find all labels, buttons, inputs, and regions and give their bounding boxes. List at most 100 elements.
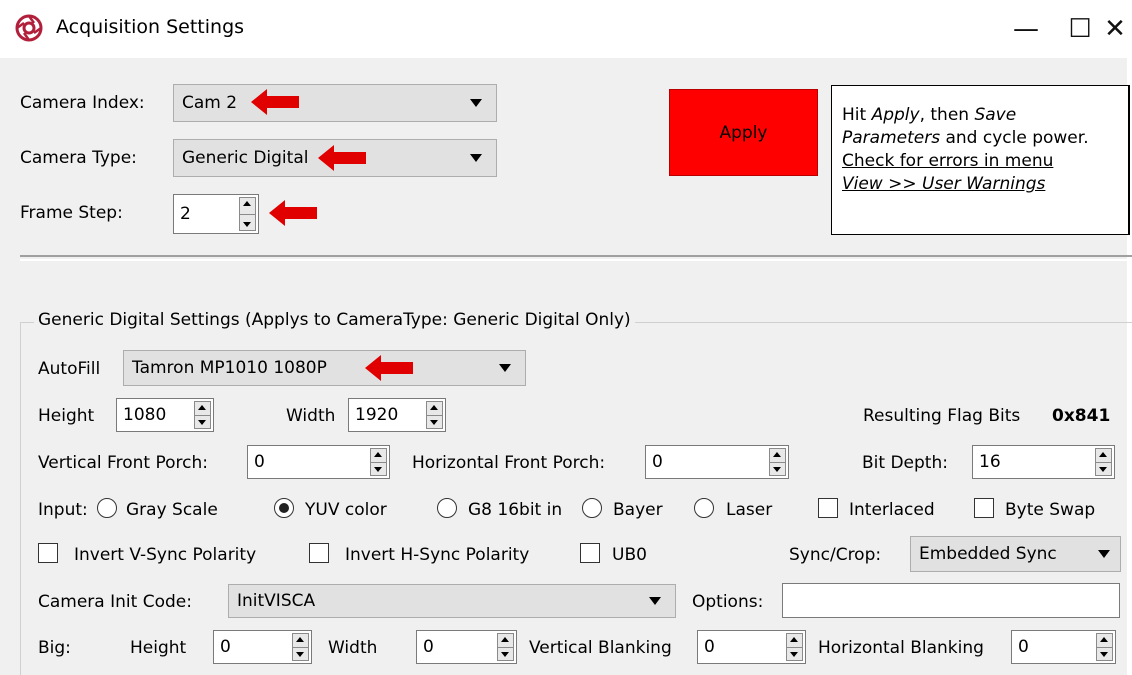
- apply-button[interactable]: Apply: [669, 89, 818, 176]
- big-height-value: 0: [220, 637, 231, 657]
- bit-depth-label: Bit Depth:: [862, 453, 948, 473]
- radio-label: Bayer: [613, 500, 663, 520]
- group-title: Generic Digital Settings (Applys to Came…: [34, 310, 635, 330]
- options-label: Options:: [692, 592, 764, 612]
- annotation-arrow-icon: [318, 145, 366, 171]
- width-spinbox[interactable]: 1920: [348, 398, 446, 432]
- note-apply-word: Apply: [871, 105, 920, 125]
- init-code-select[interactable]: InitVISCA: [228, 584, 676, 618]
- init-code-value: InitVISCA: [237, 591, 316, 611]
- big-label: Big:: [38, 638, 71, 658]
- separator: [20, 255, 1132, 261]
- invert-vsync-checkbox[interactable]: [38, 543, 58, 563]
- camera-index-select[interactable]: Cam 2: [173, 84, 497, 122]
- chevron-down-icon: [649, 597, 661, 605]
- width-label: Width: [286, 406, 336, 426]
- instructions-note: Hit Apply, then Save Parameters and cycl…: [831, 85, 1130, 235]
- spin-buttons[interactable]: [194, 401, 211, 429]
- autofill-select[interactable]: Tamron MP1010 1080P: [123, 350, 526, 386]
- checkbox-label: Invert H-Sync Polarity: [345, 545, 530, 565]
- radio-label: G8 16bit in: [468, 500, 563, 520]
- window-title: Acquisition Settings: [56, 16, 245, 38]
- user-warnings-link[interactable]: View >> User Warnings: [842, 174, 1045, 194]
- bit-depth-spinbox[interactable]: 16: [972, 445, 1115, 479]
- spin-buttons[interactable]: [239, 197, 256, 231]
- sync-crop-value: Embedded Sync: [919, 544, 1057, 564]
- vfp-spinbox[interactable]: 0: [247, 445, 390, 479]
- check-errors-link[interactable]: Check for errors in menu: [842, 151, 1053, 171]
- options-input[interactable]: [782, 583, 1120, 618]
- hfp-value: 0: [652, 452, 663, 472]
- bit-depth-value: 16: [979, 452, 1001, 472]
- hfp-label: Horizontal Front Porch:: [412, 453, 606, 473]
- vfp-label: Vertical Front Porch:: [38, 453, 208, 473]
- big-width-label: Width: [328, 638, 378, 658]
- checkbox-label: Byte Swap: [1005, 500, 1096, 520]
- camera-type-label: Camera Type:: [20, 148, 137, 168]
- horizontal-blanking-label: Horizontal Blanking: [818, 638, 984, 658]
- init-code-label: Camera Init Code:: [38, 592, 192, 612]
- height-value: 1080: [123, 405, 167, 425]
- close-button[interactable]: ✕: [1098, 8, 1132, 50]
- note-text: , then: [919, 105, 975, 125]
- annotation-arrow-icon: [251, 89, 299, 115]
- frame-step-spinbox[interactable]: 2: [173, 194, 259, 234]
- autofill-value: Tamron MP1010 1080P: [132, 358, 327, 378]
- height-spinbox[interactable]: 1080: [116, 398, 214, 432]
- big-width-value: 0: [423, 637, 434, 657]
- sync-crop-select[interactable]: Embedded Sync: [910, 536, 1121, 572]
- radio-label: YUV color: [305, 500, 387, 520]
- big-height-spinbox[interactable]: 0: [213, 630, 312, 664]
- radio-yuv-color[interactable]: [274, 498, 294, 518]
- spin-buttons[interactable]: [292, 633, 309, 661]
- annotation-arrow-icon: [365, 355, 413, 381]
- checkbox-label: Interlaced: [849, 500, 935, 520]
- invert-hsync-checkbox[interactable]: [309, 543, 329, 563]
- vfp-value: 0: [254, 452, 265, 472]
- hfp-spinbox[interactable]: 0: [645, 445, 789, 479]
- checkbox-label: Invert V-Sync Polarity: [74, 545, 257, 565]
- radio-g8-16bit[interactable]: [437, 498, 457, 518]
- spin-buttons[interactable]: [769, 448, 786, 476]
- flag-bits-label: Resulting Flag Bits: [863, 406, 1021, 426]
- radio-laser[interactable]: [694, 498, 714, 518]
- minimize-button[interactable]: —: [996, 8, 1056, 50]
- spin-buttons[interactable]: [786, 633, 803, 661]
- vertical-blanking-spinbox[interactable]: 0: [697, 630, 806, 664]
- chevron-down-icon: [470, 99, 482, 107]
- spin-buttons[interactable]: [1095, 448, 1112, 476]
- radio-label: Laser: [726, 500, 773, 520]
- sync-crop-label: Sync/Crop:: [789, 545, 882, 565]
- chevron-down-icon: [1098, 550, 1110, 558]
- spin-buttons[interactable]: [370, 448, 387, 476]
- chevron-down-icon: [499, 364, 511, 372]
- frame-step-label: Frame Step:: [20, 203, 123, 223]
- frame-step-value: 2: [180, 204, 191, 224]
- vertical-blanking-value: 0: [704, 637, 715, 657]
- camera-index-label: Camera Index:: [20, 93, 145, 113]
- width-value: 1920: [355, 405, 399, 425]
- flag-bits-value: 0x841: [1052, 406, 1111, 426]
- spin-buttons[interactable]: [1096, 633, 1113, 661]
- big-width-spinbox[interactable]: 0: [416, 630, 517, 664]
- input-label: Input:: [38, 500, 88, 520]
- interlaced-checkbox[interactable]: [818, 498, 838, 518]
- byte-swap-checkbox[interactable]: [974, 498, 994, 518]
- radio-gray-scale[interactable]: [97, 498, 117, 518]
- camera-index-value: Cam 2: [182, 93, 238, 113]
- spin-buttons[interactable]: [426, 401, 443, 429]
- horizontal-blanking-spinbox[interactable]: 0: [1011, 630, 1116, 664]
- spin-buttons[interactable]: [497, 633, 514, 661]
- radio-bayer[interactable]: [582, 498, 602, 518]
- note-parameters-word: Parameters: [842, 128, 941, 148]
- big-height-label: Height: [130, 638, 187, 658]
- ub0-checkbox[interactable]: [580, 543, 600, 563]
- maximize-icon: ☐: [1068, 14, 1092, 44]
- checkbox-label: UB0: [612, 545, 647, 565]
- radio-label: Gray Scale: [126, 500, 218, 520]
- camera-type-value: Generic Digital: [182, 148, 309, 168]
- annotation-arrow-icon: [269, 200, 317, 226]
- note-text: and cycle power.: [940, 128, 1089, 148]
- autofill-label: AutoFill: [38, 359, 101, 379]
- close-icon: ✕: [1104, 14, 1126, 44]
